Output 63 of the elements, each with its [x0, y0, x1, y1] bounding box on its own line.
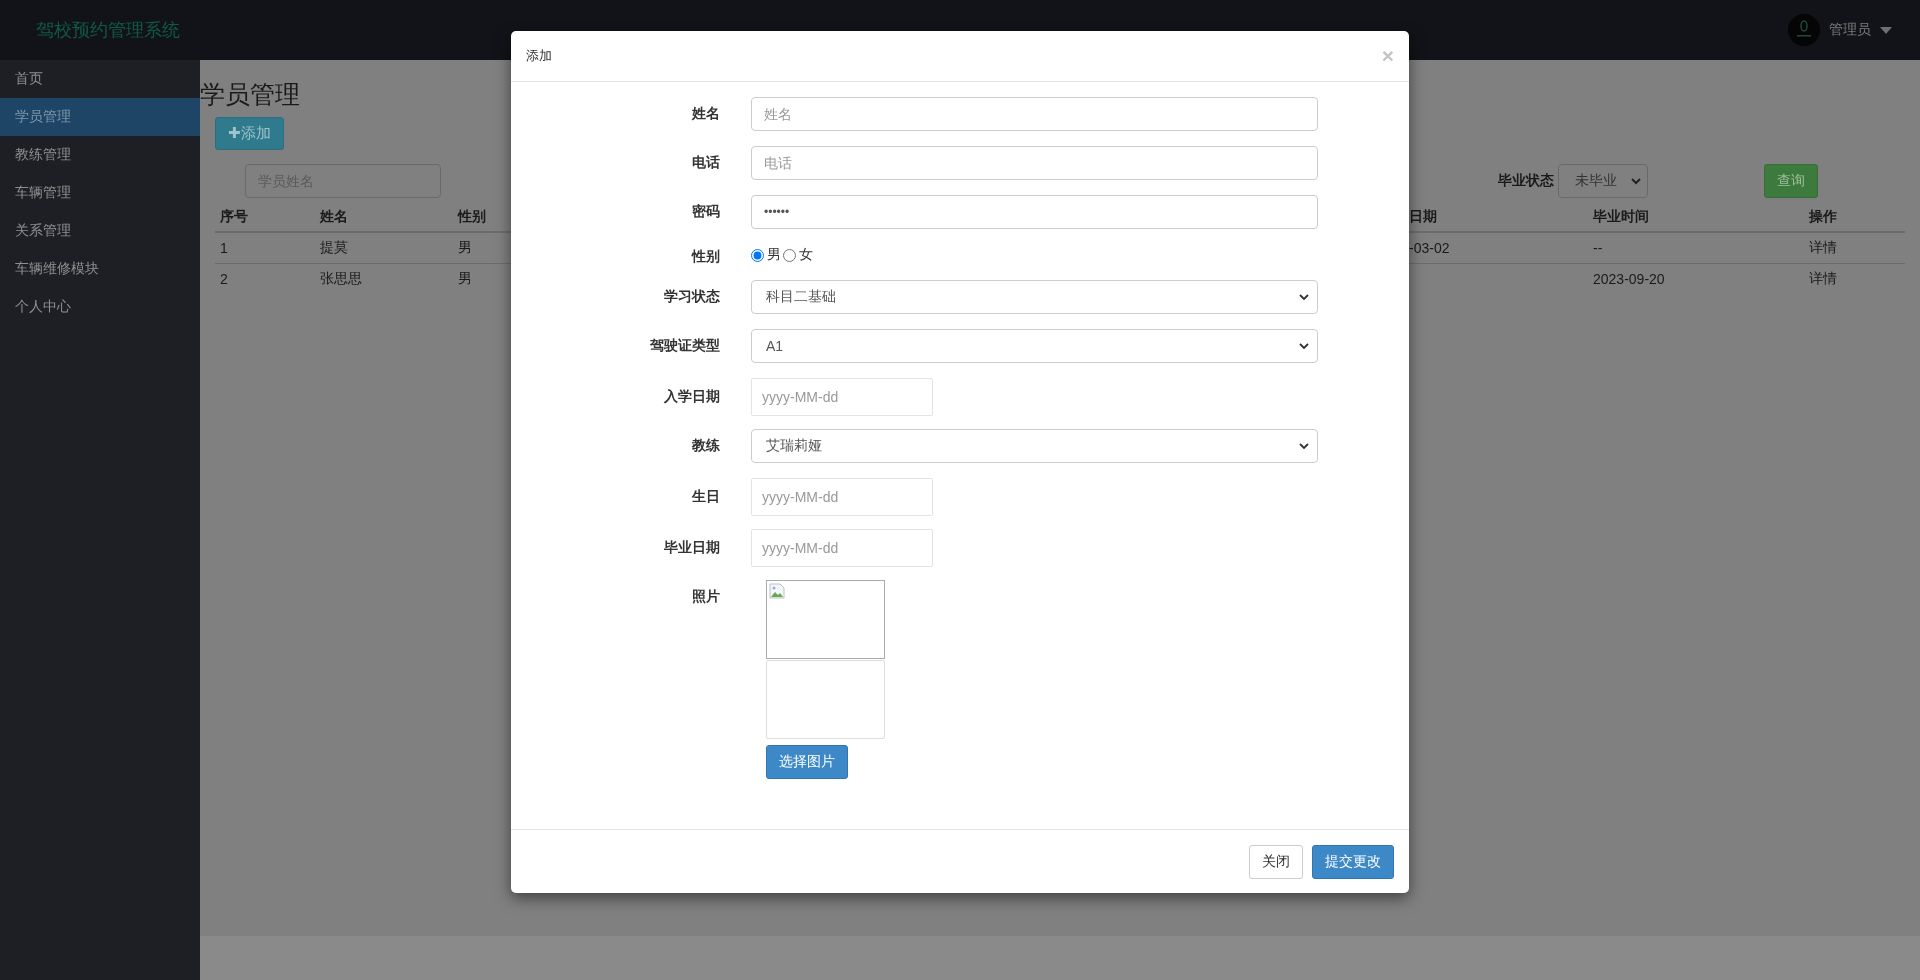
field-label: 电话 [691, 153, 720, 172]
sidebar-item[interactable]: 学员管理 [0, 98, 200, 136]
status-dropdown[interactable]: 未毕业 [1558, 164, 1648, 198]
table-cell: 2023-09-20 [1593, 271, 1665, 287]
password-field[interactable]: •••••• [751, 195, 1318, 229]
table-cell: 1 [220, 240, 228, 256]
dialog-title: 添加 [526, 47, 552, 65]
table-cell: 男 [458, 270, 472, 286]
chevron-icon [1299, 342, 1309, 350]
field-label: 姓名 [691, 104, 720, 123]
table-cell: 张思思 [320, 270, 362, 286]
dropdown[interactable]: 科目二基础 [751, 280, 1318, 314]
field-label: 学习状态 [663, 287, 720, 306]
chevron-icon [1631, 177, 1641, 185]
chevron-icon [1299, 442, 1309, 450]
sidebar-item[interactable]: 车辆管理 [0, 174, 200, 212]
close-dialog-button[interactable]: 关闭 [1249, 844, 1303, 879]
field-label: 驾驶证类型 [649, 336, 720, 355]
field-label: 生日 [691, 487, 720, 506]
radio-button[interactable] [783, 248, 796, 262]
column-header: 姓名 [320, 207, 348, 224]
caret-icon[interactable] [1880, 26, 1892, 34]
radio-label[interactable]: 女 [799, 246, 813, 264]
column-header: 毕业时间 [1593, 207, 1649, 224]
chevron-icon [1299, 293, 1309, 301]
field-label: 照片 [691, 587, 720, 606]
dropdown[interactable]: 艾瑞莉娅 [751, 429, 1318, 463]
details-link[interactable]: 详情 [1809, 239, 1837, 255]
column-header: 日期 [1409, 207, 1437, 224]
table-cell: 男 [458, 239, 472, 255]
sidebar-item[interactable]: 车辆维修模块 [0, 250, 200, 288]
column-header: 操作 [1809, 207, 1837, 224]
column-header: 序号 [220, 207, 248, 224]
broken-image-icon [769, 583, 785, 599]
submit-button[interactable]: 提交更改 [1312, 844, 1394, 879]
dropdown[interactable]: A1 [751, 329, 1318, 363]
query-button[interactable]: 查询 [1764, 164, 1818, 198]
field-label: 毕业日期 [663, 538, 720, 557]
radio-label[interactable]: 男 [767, 246, 781, 264]
table-cell: -03-02 [1409, 240, 1450, 256]
table-cell: 提莫 [320, 239, 348, 255]
table-cell: -- [1593, 240, 1603, 256]
date-field[interactable]: yyyy-MM-dd [751, 378, 933, 416]
field-label: 密码 [691, 202, 720, 221]
user-name[interactable]: 管理员 [1829, 21, 1871, 39]
sidebar-item[interactable]: 首页 [0, 60, 200, 98]
text-field[interactable]: 姓名 [751, 97, 1318, 131]
sidebar-item[interactable]: 教练管理 [0, 136, 200, 174]
details-link[interactable]: 详情 [1809, 270, 1837, 286]
page-title: 学员管理 [200, 79, 301, 110]
column-header: 性别 [458, 207, 486, 224]
field-label: 性别 [690, 247, 720, 266]
text-field[interactable]: 电话 [751, 146, 1318, 180]
field-label: 入学日期 [663, 387, 720, 406]
choose-image-button[interactable]: 选择图片 [766, 745, 848, 779]
field-label: 教练 [691, 436, 720, 455]
sidebar-item[interactable]: 关系管理 [0, 212, 200, 250]
date-field[interactable]: yyyy-MM-dd [751, 478, 933, 516]
table-cell: 2 [220, 271, 228, 287]
radio-button[interactable] [751, 248, 764, 262]
date-field[interactable]: yyyy-MM-dd [751, 529, 933, 567]
filter-label: 毕业状态 [1498, 172, 1554, 190]
sidebar-item[interactable]: 个人中心 [0, 288, 200, 326]
